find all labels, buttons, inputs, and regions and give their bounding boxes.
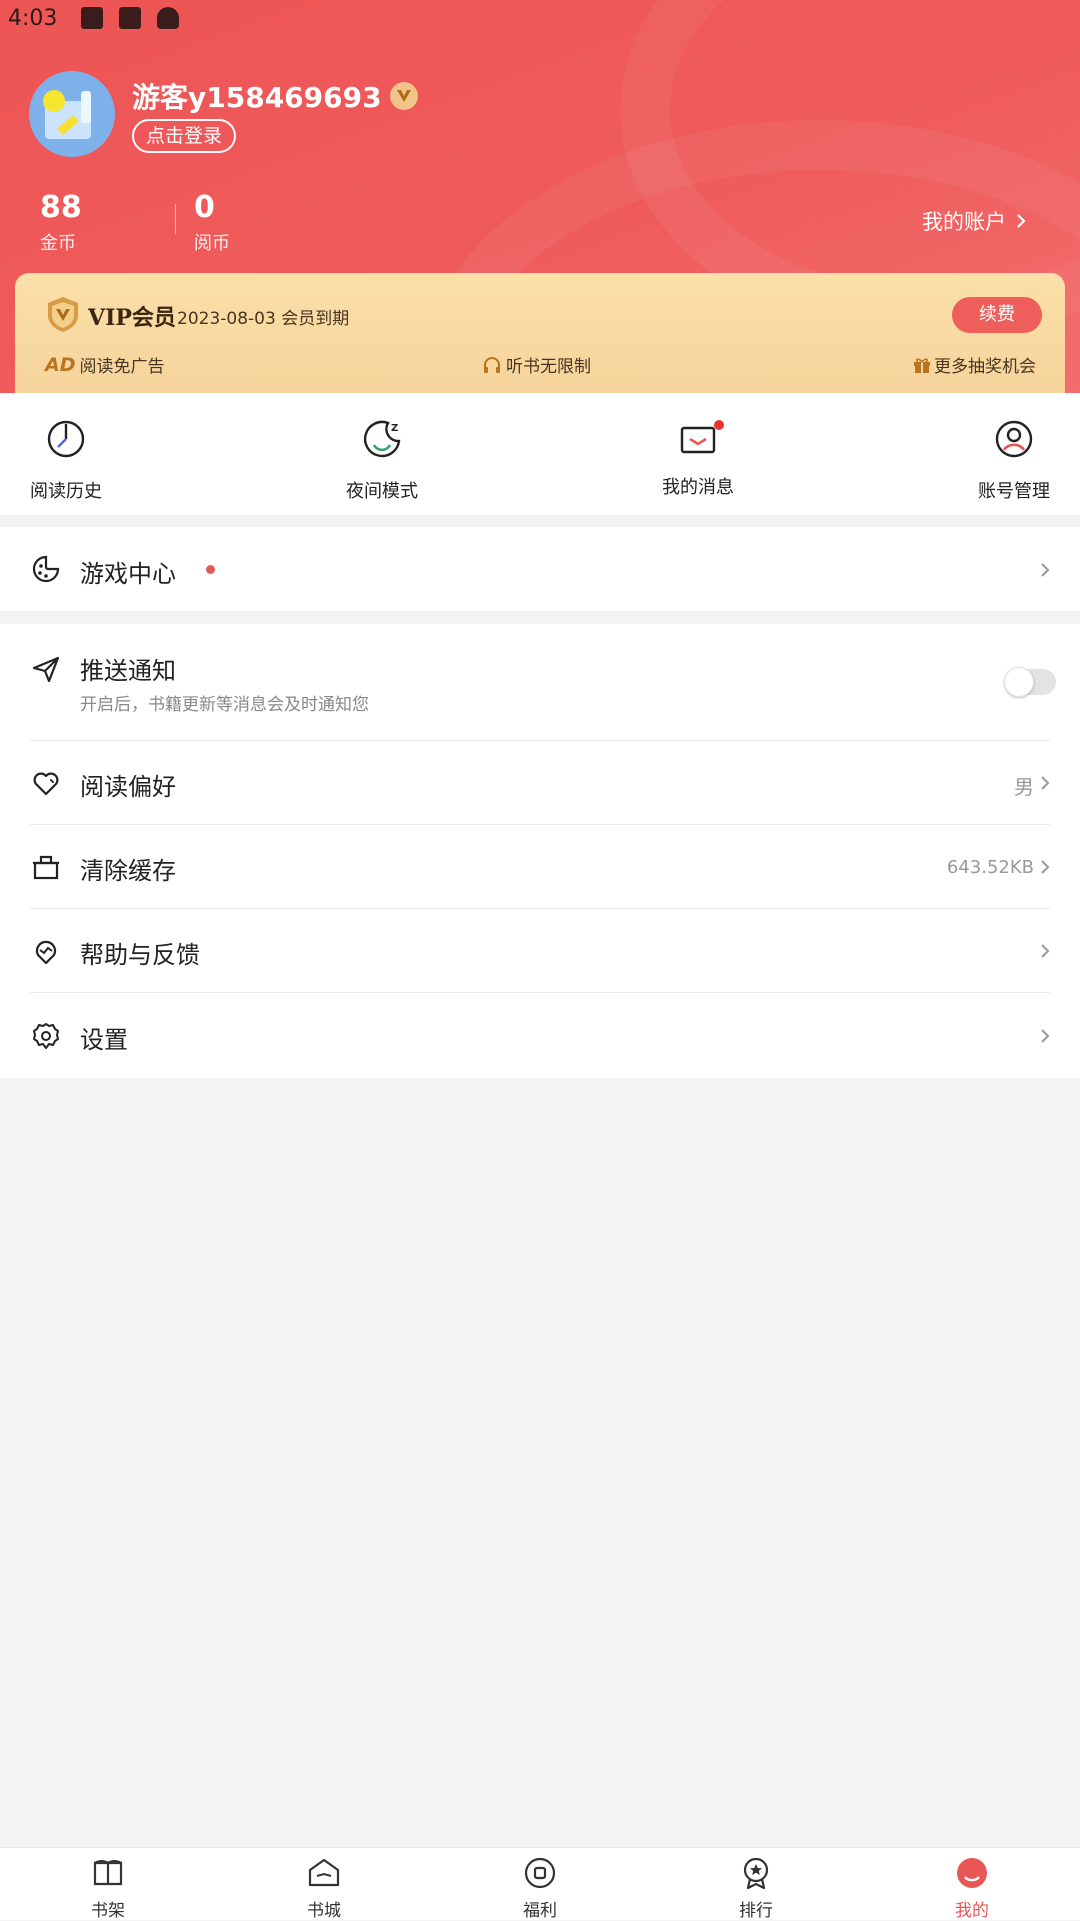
coins-label: 金币 [40,233,76,254]
toggle-knob [1004,667,1034,697]
push-label: 推送通知 [80,657,176,685]
username: 游客y158469693 [132,81,382,114]
perk-label: 阅读免广告 [79,357,165,377]
message-icon [678,419,724,459]
reading-preference-row[interactable]: 阅读偏好 男 [0,741,1080,824]
profile-header: 4:03 游客y158469693 点击登录 88 金币 0 阅币 我的账户 V… [0,0,1080,393]
bookshelf-icon [93,1860,123,1886]
help-feedback-row[interactable]: 帮助与反馈 [0,909,1080,992]
my-account-label: 我的账户 [922,210,1006,234]
tab-welfare[interactable]: 福利 [490,1856,590,1921]
headphones-icon [484,356,500,373]
new-dot [206,565,215,574]
gallery-icon [81,7,104,29]
quick-my-messages[interactable]: 我的消息 [638,419,758,499]
perk-lottery: 更多抽奖机会 [912,352,1036,377]
tab-label: 我的 [955,1901,989,1921]
quick-night-mode[interactable]: Z 夜间模式 [322,419,442,503]
tab-bookshelf[interactable]: 书架 [58,1856,158,1921]
stat-divider [175,204,176,234]
game-center-section: 游戏中心 [0,527,1080,611]
mine-icon [957,1858,987,1888]
clear-cache-label: 清除缓存 [80,857,176,885]
push-notification-row: 推送通知 开启后，书籍更新等消息会及时通知您 [0,624,1080,740]
bookstore-icon [308,1858,340,1887]
heart-icon [33,772,59,796]
login-button[interactable]: 点击登录 [132,119,236,153]
quick-reading-history[interactable]: 阅读历史 [6,419,126,503]
history-icon [47,420,85,458]
quick-label: 夜间模式 [346,481,418,502]
perk-label: 听书无限制 [506,357,591,377]
settings-icon [33,1023,59,1049]
gift-icon [914,357,930,373]
chevron-right-icon [1041,944,1050,958]
push-icon [32,656,60,683]
coins-stat[interactable]: 88 金币 [40,190,82,255]
vip-expire-date: 2023-08-03 会员到期 [177,309,350,329]
tab-mine[interactable]: 我的 [922,1856,1022,1921]
vip-title: VIP会员 [88,305,176,331]
ranking-icon [743,1857,769,1890]
game-center-label: 游戏中心 [80,560,176,588]
read-coins-stat[interactable]: 0 阅币 [194,190,230,255]
night-mode-icon: Z [363,420,401,458]
shield-play-icon [157,7,180,29]
clear-cache-row[interactable]: 清除缓存 643.52KB [0,825,1080,908]
chevron-right-icon [1041,860,1050,874]
quick-label: 账号管理 [978,481,1050,502]
username-row[interactable]: 游客y158469693 [132,76,418,116]
clear-cache-icon [33,855,59,880]
avatar-illustration [43,90,91,139]
unread-dot [714,420,724,430]
quick-account-manage[interactable]: 账号管理 [954,419,1074,503]
chevron-right-icon [1017,214,1026,228]
game-center-row[interactable]: 游戏中心 [0,527,1080,611]
chevron-right-icon [1041,776,1050,790]
renew-button[interactable]: 续费 [952,297,1042,333]
settings-label: 设置 [80,1026,128,1054]
tab-ranking[interactable]: 排行 [706,1856,806,1921]
perk-no-ads: AD 阅读免广告 [45,352,165,378]
svg-text:Z: Z [391,423,398,434]
chevron-right-icon [1041,1029,1050,1043]
help-feedback-label: 帮助与反馈 [80,941,200,969]
tab-label: 书架 [91,1901,125,1921]
game-icon [32,555,60,583]
read-coins-value: 0 [194,190,215,225]
vip-shield-icon [48,297,78,332]
quick-label: 我的消息 [662,477,734,498]
welfare-icon [524,1857,556,1889]
reading-preference-label: 阅读偏好 [80,773,176,801]
push-description: 开启后，书籍更新等消息会及时通知您 [80,695,369,715]
reading-preference-value: 男 [1014,775,1034,799]
app-a-icon [119,7,142,29]
my-account-link[interactable]: 我的账户 [922,206,1028,236]
chevron-right-icon [1041,563,1050,577]
ad-icon: AD [45,353,76,376]
tab-label: 排行 [739,1901,773,1921]
settings-row[interactable]: 设置 [0,993,1080,1078]
perk-label: 更多抽奖机会 [934,357,1036,377]
read-coins-label: 阅币 [194,233,230,254]
tab-label: 书城 [307,1901,341,1921]
avatar[interactable] [29,71,115,157]
status-time: 4:03 [8,5,58,31]
cache-size: 643.52KB [946,857,1034,878]
settings-section: 推送通知 开启后，书籍更新等消息会及时通知您 阅读偏好 男 清除缓存 643.5… [0,624,1080,1078]
status-bar: 4:03 [0,0,1080,36]
perk-audiobook: 听书无限制 [482,352,591,377]
quick-actions: 阅读历史 Z 夜间模式 我的消息 账号管理 [0,393,1080,515]
tab-bookstore[interactable]: 书城 [274,1856,374,1921]
tab-label: 福利 [523,1901,557,1921]
quick-label: 阅读历史 [30,481,102,502]
push-toggle[interactable] [1004,667,1056,697]
help-icon [35,940,57,965]
bottom-tab-bar: 书架 书城 福利 排行 我的 [0,1847,1080,1921]
coins-value: 88 [40,190,82,225]
vip-badge-icon [389,82,418,110]
account-manage-icon [995,420,1033,458]
vip-card[interactable]: VIP会员 2023-08-03 会员到期 续费 AD 阅读免广告 听书无限制 … [15,273,1065,393]
